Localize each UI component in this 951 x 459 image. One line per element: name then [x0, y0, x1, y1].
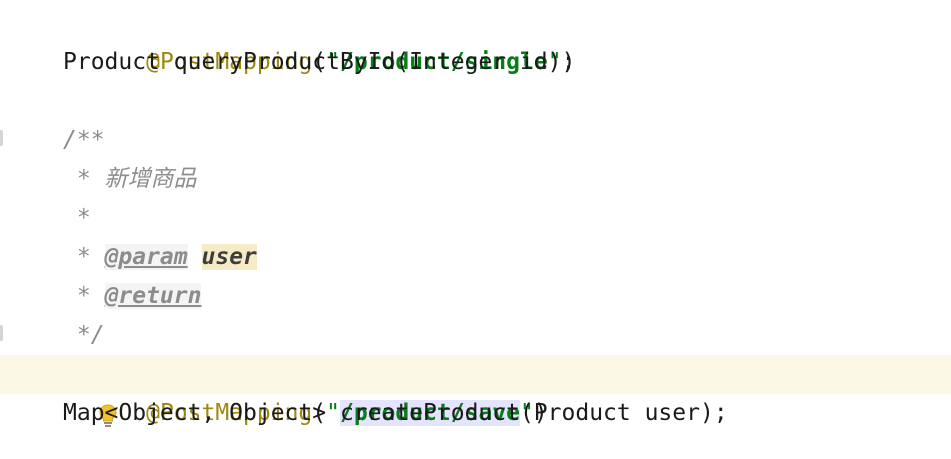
javadoc-close: */ [63, 322, 105, 348]
code-line-4[interactable]: /** [0, 121, 951, 160]
javadoc-return-tag: @return [104, 283, 202, 309]
javadoc-prefix: * [63, 283, 105, 309]
lightbulb-icon[interactable] [15, 363, 117, 427]
code-editor[interactable]: @PostMapping("/product/single") Product … [0, 0, 951, 459]
javadoc-space [188, 244, 202, 270]
method-declaration: Product queryProductById(Integer id); [63, 49, 576, 75]
code-line-10-current[interactable]: @PostMapping("/product/save") [0, 355, 951, 427]
javadoc-param-tag: @param [104, 244, 188, 270]
code-line-3-empty[interactable] [0, 82, 951, 121]
code-line-9[interactable]: */ [0, 316, 951, 355]
javadoc-param-name: user [201, 244, 257, 270]
javadoc-prefix: * [63, 166, 105, 192]
javadoc-prefix: * [63, 244, 105, 270]
code-line-7[interactable]: * @param user [0, 238, 951, 277]
javadoc-description: 新增商品 [104, 166, 197, 192]
code-line-8[interactable]: * @return [0, 277, 951, 316]
code-line-2[interactable]: Product queryProductById(Integer id); [0, 43, 951, 82]
code-line-5[interactable]: * 新增商品 [0, 160, 951, 199]
method-declaration: Map<Object, Object> createProduct(Produc… [63, 400, 728, 426]
javadoc-open: /** [63, 127, 105, 153]
code-line-11[interactable]: Map<Object, Object> createProduct(Produc… [0, 394, 951, 433]
code-line-6[interactable]: * [0, 199, 951, 238]
code-line-1[interactable]: @PostMapping("/product/single") [0, 4, 951, 75]
javadoc-blank: * [63, 205, 91, 231]
